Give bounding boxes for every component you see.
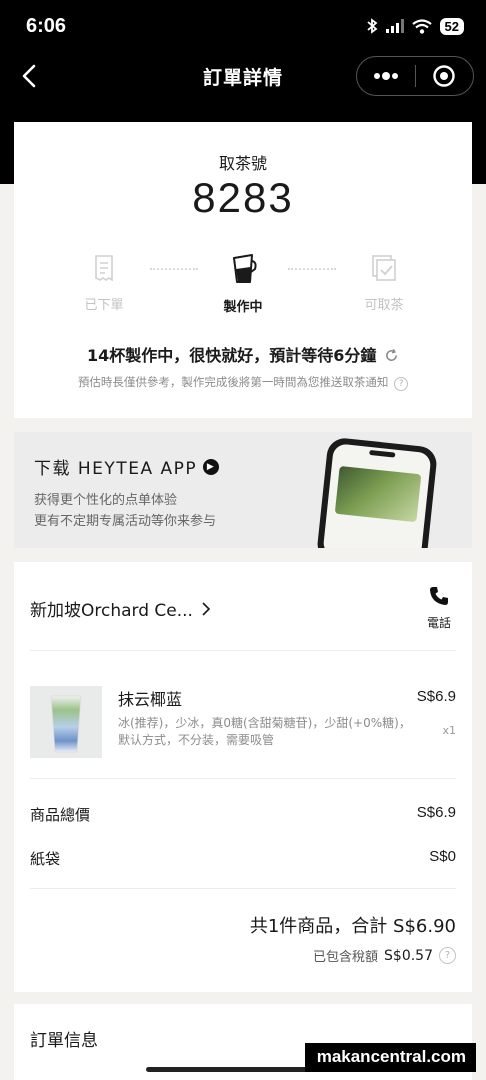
order-info-title: 訂單信息 <box>30 1031 98 1051</box>
estimate-note: 預估時長僅供參考，製作完成後將第一時間為您推送取茶通知 ? <box>14 374 472 391</box>
step-label: 可取茶 <box>364 298 404 313</box>
pickup-card: 取茶號 8283 已下單 製作中 可取茶 14杯製作中，很快就好，預計等待6分鐘… <box>14 122 472 418</box>
divider <box>30 888 456 889</box>
step-label: 已下單 <box>84 298 124 313</box>
phone-icon <box>430 587 448 605</box>
tax-line: 已包含稅額 S$0.57 ? <box>313 946 456 965</box>
mini-program-capsule <box>356 56 474 96</box>
subtotal-label: 商品總價 <box>30 806 91 824</box>
banner-line-2: 更有不定期专属活动等你来参与 <box>34 514 217 529</box>
status-time: 6:06 <box>26 14 67 37</box>
target-circle-icon <box>433 65 455 87</box>
order-total: 共1件商品，合計 S$6.90 <box>249 916 456 937</box>
receipt-icon <box>95 255 113 282</box>
phone-label: 電話 <box>426 616 451 630</box>
divider <box>30 650 456 651</box>
phone-mockup-image <box>315 436 439 548</box>
battery-indicator: 52 <box>439 17 464 35</box>
product-options: 冰(推荐)，少冰，真0糖(含甜菊糖苷)，少甜(+0%糖)，默认方式，不分装，需要… <box>118 716 411 747</box>
page-title: 訂單詳情 <box>202 66 283 89</box>
refresh-icon[interactable] <box>384 348 399 363</box>
wifi-icon <box>411 18 432 34</box>
product-price: S$6.9 <box>416 688 456 705</box>
product-quantity: x1 <box>442 724 456 737</box>
estimate-note-text: 預估時長僅供參考，製作完成後將第一時間為您推送取茶通知 <box>77 375 389 389</box>
nav-bar: 訂單詳情 <box>0 52 486 100</box>
watermark: makancentral.com <box>304 1043 476 1072</box>
help-icon[interactable]: ? <box>439 947 456 964</box>
more-dots-icon <box>373 72 398 80</box>
banner-title: 下载 HEYTEA APP ▶ <box>34 454 220 479</box>
step-ordered: 已下單 <box>64 252 144 313</box>
step-connector <box>288 268 336 270</box>
close-miniprogram-button[interactable] <box>416 57 474 95</box>
banner-title-text: 下载 HEYTEA APP <box>34 459 198 479</box>
step-connector <box>150 268 198 270</box>
chevron-right-icon <box>202 601 211 616</box>
step-making: 製作中 <box>203 252 283 315</box>
product-name: 抹云椰蓝 <box>118 690 183 709</box>
progress-status-text: 14杯製作中，很快就好，預計等待6分鐘 <box>87 346 377 365</box>
help-icon[interactable]: ? <box>394 377 409 391</box>
product-image <box>30 686 102 758</box>
status-bar: 6:06 52 <box>0 0 486 52</box>
order-card: 新加坡Orchard Ce... 電話 抹云椰蓝 冰(推荐)，少冰，真0糖(含甜… <box>14 562 472 992</box>
store-name: 新加坡Orchard Ce... <box>30 601 193 621</box>
drink-cup-icon <box>50 695 82 753</box>
shaker-cup-icon <box>233 254 257 283</box>
banner-line-1: 获得更个性化的点单体验 <box>34 493 178 508</box>
signal-icon <box>385 19 404 33</box>
status-icons: 52 <box>366 17 464 35</box>
chevron-right-icon: ▶ <box>203 458 220 475</box>
bluetooth-icon <box>366 18 377 34</box>
bag-label: 紙袋 <box>30 850 61 868</box>
divider <box>30 778 456 779</box>
store-link[interactable]: 新加坡Orchard Ce... <box>30 596 211 621</box>
pickup-label: 取茶號 <box>218 154 267 173</box>
subtotal-value: S$6.9 <box>416 804 456 821</box>
tax-label: 已包含稅額 <box>313 950 379 965</box>
step-ready: 可取茶 <box>344 252 424 313</box>
cup-check-icon <box>372 255 396 281</box>
app-download-banner[interactable]: 下载 HEYTEA APP ▶ 获得更个性化的点单体验 更有不定期专属活动等你来… <box>14 432 472 548</box>
pickup-number: 8283 <box>192 174 294 221</box>
progress-status: 14杯製作中，很快就好，預計等待6分鐘 <box>14 342 472 366</box>
tax-value: S$0.57 <box>384 947 433 964</box>
back-arrow-icon[interactable] <box>16 62 44 90</box>
step-label: 製作中 <box>223 300 263 315</box>
more-options-button[interactable] <box>357 57 415 95</box>
bag-value: S$0 <box>429 848 456 865</box>
call-store-button[interactable]: 電話 <box>422 586 456 631</box>
